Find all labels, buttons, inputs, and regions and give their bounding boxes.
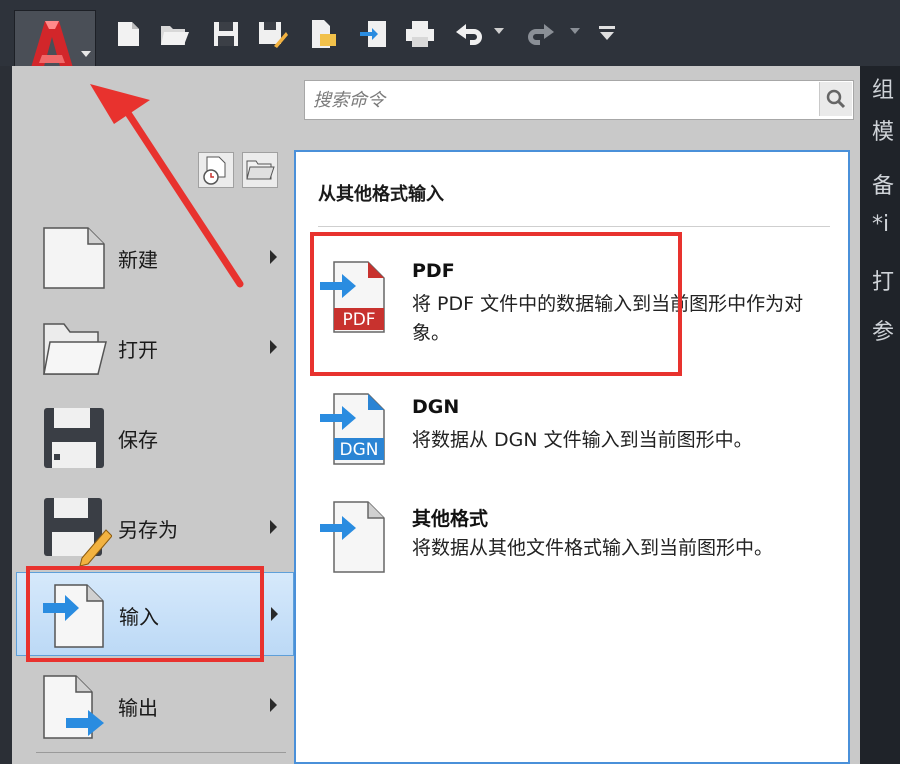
menu-item-export[interactable]: 输出	[16, 664, 294, 748]
strip-text: 参	[872, 320, 895, 345]
submenu-item-title: 其他格式	[412, 508, 489, 530]
recent-documents-icon	[203, 156, 226, 185]
redo-icon[interactable]	[526, 18, 558, 50]
menu-item-save[interactable]: 保存	[16, 396, 294, 480]
undo-dropdown-icon[interactable]	[492, 24, 506, 38]
dgn-badge-label: DGN	[340, 440, 379, 460]
chevron-right-icon	[270, 698, 277, 712]
submenu-title: 从其他格式输入	[318, 184, 444, 205]
print-icon[interactable]	[404, 18, 436, 50]
submenu-item-dgn[interactable]: DGN DGN 将数据从 DGN 文件输入到当前图形中。	[320, 392, 840, 502]
undo-icon[interactable]	[452, 18, 484, 50]
chevron-right-icon	[271, 607, 278, 621]
menu-item-label: 另存为	[118, 518, 178, 542]
redo-dropdown-icon[interactable]	[568, 24, 582, 38]
new-file-icon	[43, 227, 105, 289]
menu-item-label: 保存	[118, 428, 158, 452]
strip-text: *i	[872, 212, 890, 237]
annotation-highlight-pdf	[310, 232, 682, 376]
menu-divider	[36, 752, 286, 753]
search-button[interactable]	[819, 82, 852, 116]
open-icon[interactable]	[158, 18, 190, 50]
save-as-icon	[44, 498, 112, 566]
other-formats-import-icon	[320, 501, 385, 573]
strip-text: 组	[872, 78, 895, 103]
quick-access-toolbar	[0, 0, 900, 94]
submenu-item-description: 将数据从其他文件格式输入到当前图形中。	[412, 537, 774, 559]
share-icon[interactable]	[358, 18, 390, 50]
submenu-item-other-formats[interactable]: 其他格式 将数据从其他文件格式输入到当前图形中。	[320, 500, 840, 610]
save-icon	[44, 408, 104, 468]
submenu-item-title: DGN	[412, 396, 460, 418]
menu-item-save-as[interactable]: 另存为	[16, 486, 294, 570]
strip-text: 备	[872, 174, 895, 199]
strip-text: 模	[872, 120, 895, 145]
recent-documents-button[interactable]	[198, 152, 234, 188]
search-input[interactable]	[311, 85, 815, 115]
save-icon[interactable]	[210, 18, 242, 50]
menu-item-new[interactable]: 新建	[16, 216, 294, 300]
strip-text: 打	[872, 270, 895, 295]
search-icon	[826, 89, 846, 109]
menu-item-open[interactable]: 打开	[16, 306, 294, 390]
menu-item-label: 打开	[118, 338, 158, 362]
customize-toolbar-icon[interactable]	[596, 22, 618, 44]
chevron-right-icon	[270, 520, 277, 534]
open-folder-icon	[43, 323, 107, 375]
export-icon	[43, 675, 104, 739]
submenu-item-description: 将数据从 DGN 文件输入到当前图形中。	[412, 429, 753, 451]
dgn-import-icon: DGN	[320, 393, 385, 465]
new-icon[interactable]	[112, 18, 144, 50]
plot-device-icon[interactable]	[306, 18, 338, 50]
chevron-down-icon	[81, 51, 91, 57]
menu-item-label: 输出	[118, 696, 158, 720]
save-as-icon[interactable]	[256, 18, 288, 50]
chevron-right-icon	[270, 250, 277, 264]
open-documents-icon	[246, 160, 275, 180]
open-documents-button[interactable]	[242, 152, 278, 188]
chevron-right-icon	[270, 340, 277, 354]
search-box	[304, 80, 854, 120]
annotation-highlight-import	[26, 566, 264, 662]
menu-item-label: 新建	[118, 248, 158, 272]
submenu-divider	[318, 226, 830, 227]
